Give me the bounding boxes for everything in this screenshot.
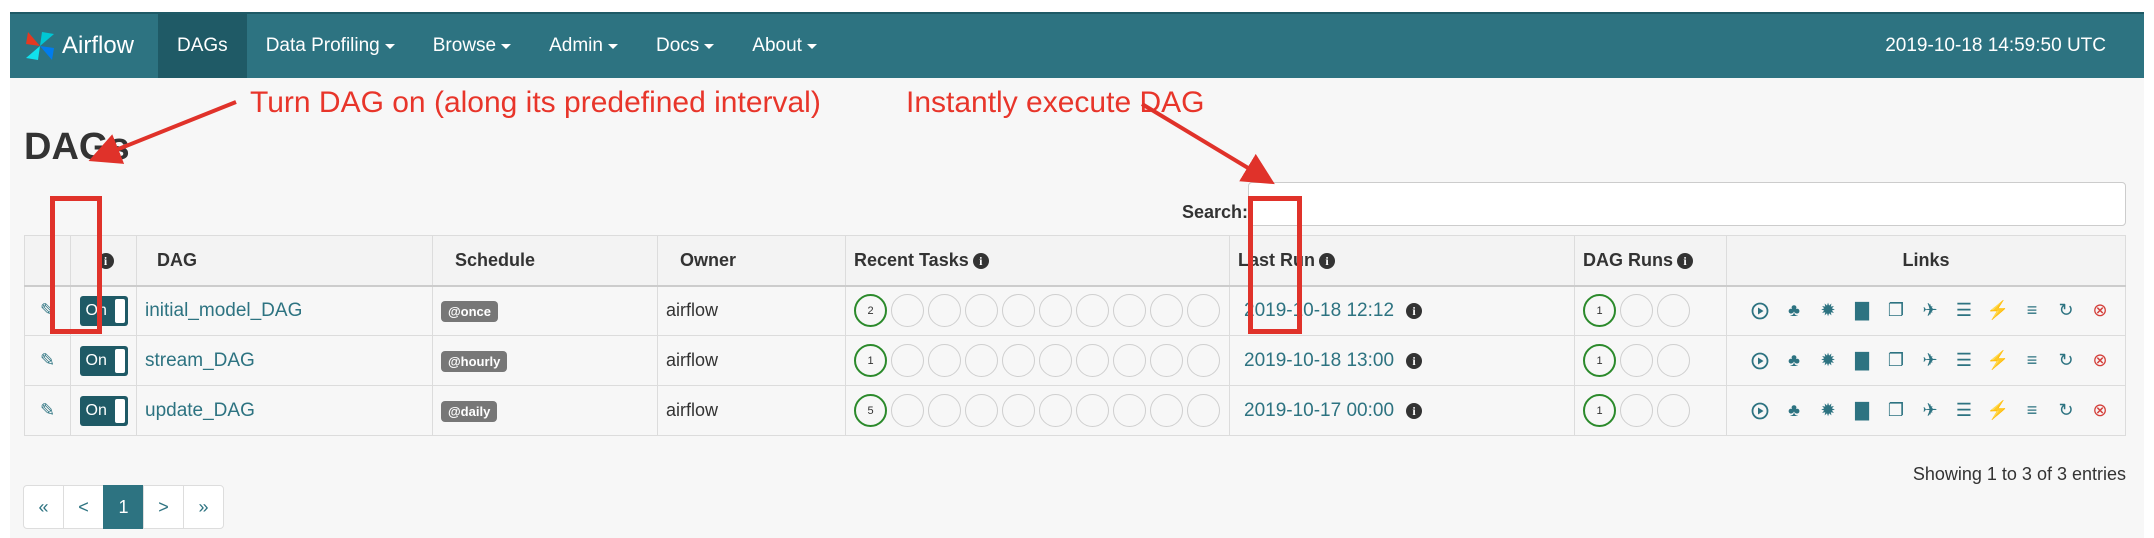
page-background: Airflow DAGs Data Profiling Browse Admin… bbox=[10, 12, 2144, 538]
annotation-arrow-left bbox=[88, 100, 237, 164]
annotation-arrows bbox=[88, 100, 1275, 185]
annotation-arrow-right bbox=[1140, 102, 1275, 185]
